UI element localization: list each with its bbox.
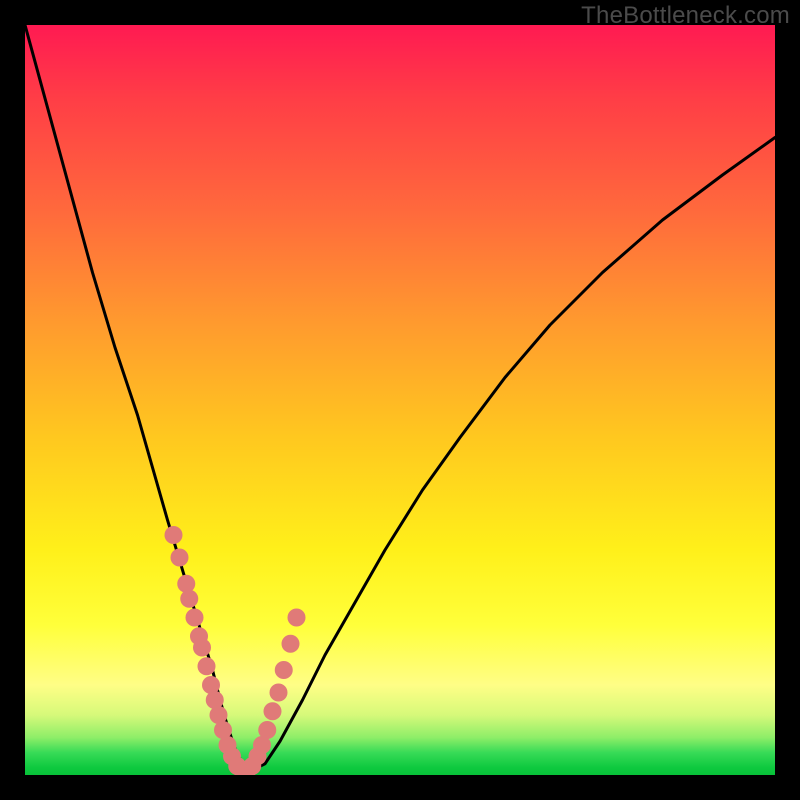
sample-point [258,721,276,739]
points-layer [165,526,306,775]
sample-point [202,676,220,694]
chart-svg [25,25,775,775]
sample-point [288,609,306,627]
watermark-text: TheBottleneck.com [581,2,790,30]
sample-point [180,590,198,608]
sample-point [264,702,282,720]
sample-point [165,526,183,544]
sample-point [282,635,300,653]
bottleneck-curve [25,25,775,771]
sample-point [198,657,216,675]
sample-point [193,639,211,657]
sample-point [186,609,204,627]
sample-point [270,684,288,702]
chart-frame: TheBottleneck.com [0,0,800,800]
plot-area [25,25,775,775]
sample-point [171,549,189,567]
sample-point [275,661,293,679]
sample-point [206,691,224,709]
sample-point [177,575,195,593]
curve-layer [25,25,775,771]
